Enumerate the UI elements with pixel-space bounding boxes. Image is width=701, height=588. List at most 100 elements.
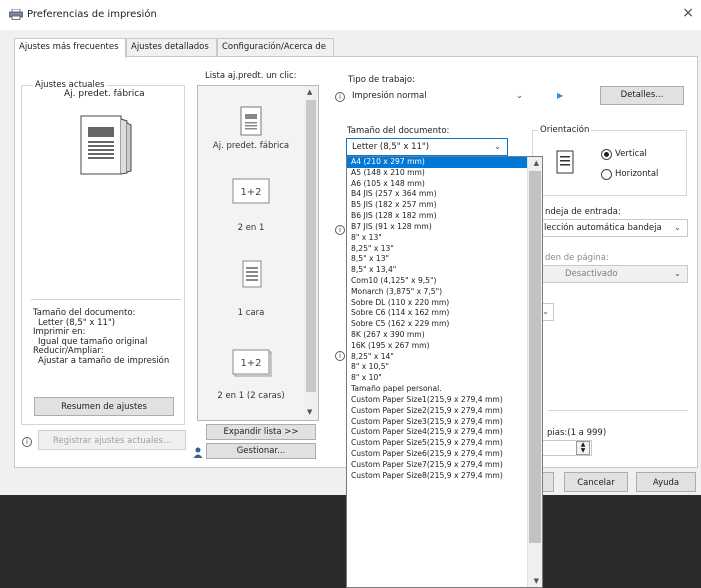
title-bar: Preferencias de impresión × — [0, 0, 701, 30]
copies-stepper[interactable]: ▲ ▼ — [576, 441, 590, 455]
current-summary: Tamaño del documento: Letter (8,5" x 11"… — [33, 308, 170, 367]
dropdown-scrollbar[interactable]: ▲ ▼ — [527, 157, 542, 587]
document-preview-icon — [80, 115, 132, 175]
divider — [548, 410, 688, 411]
help-button[interactable]: Ayuda — [636, 472, 696, 492]
document-size-option[interactable]: Custom Paper Size6(215,9 x 279,4 mm) — [347, 449, 542, 460]
user-icon — [193, 447, 203, 458]
summary-divider — [31, 299, 181, 300]
preset-item-1-side[interactable]: 1 cara — [198, 308, 304, 318]
job-type-value: Impresión normal — [352, 91, 427, 101]
single-page-icon — [240, 106, 262, 136]
document-size-option[interactable]: 8,5" x 13,4" — [347, 265, 542, 276]
document-size-option[interactable]: Custom Paper Size1(215,9 x 279,4 mm) — [347, 395, 542, 406]
document-size-option[interactable]: Sobre C6 (114 x 162 mm) — [347, 308, 542, 319]
document-size-option[interactable]: A6 (105 x 148 mm) — [347, 179, 542, 190]
preset-item-2in1-duplex[interactable]: 2 en 1 (2 caras) — [198, 391, 304, 401]
document-size-option[interactable]: Custom Paper Size3(215,9 x 279,4 mm) — [347, 417, 542, 428]
document-size-option[interactable]: 8" x 10" — [347, 373, 542, 384]
document-size-option[interactable]: 8" x 13" — [347, 233, 542, 244]
document-size-option[interactable]: Custom Paper Size4(215,9 x 279,4 mm) — [347, 427, 542, 438]
document-size-option[interactable]: 8" x 10,5" — [347, 362, 542, 373]
play-arrow-icon: ▶ — [557, 91, 564, 100]
manage-button[interactable]: Gestionar... — [206, 443, 316, 459]
document-size-select[interactable]: Letter (8,5" x 11") ⌄ — [346, 138, 508, 156]
chevron-down-icon: ⌄ — [673, 223, 681, 233]
tab-configuration-about[interactable]: Configuración/Acerca de — [217, 38, 334, 57]
document-size-option[interactable]: Com10 (4,125" x 9,5") — [347, 276, 542, 287]
document-size-option[interactable]: 8,25" x 14" — [347, 352, 542, 363]
document-size-option[interactable]: 8,25" x 13" — [347, 244, 542, 255]
one-sided-icon — [242, 260, 262, 288]
scroll-up-icon[interactable]: ▲ — [534, 159, 539, 167]
document-size-option[interactable]: Custom Paper Size5(215,9 x 279,4 mm) — [347, 438, 542, 449]
input-tray-label: ndeja de entrada: — [545, 207, 621, 217]
info-icon: i — [335, 351, 345, 361]
document-size-label: Tamaño del documento: — [347, 126, 450, 136]
job-type-select[interactable]: Impresión normal ⌄ — [346, 87, 530, 105]
document-size-option[interactable]: Custom Paper Size2(215,9 x 279,4 mm) — [347, 406, 542, 417]
preset-item-2in1[interactable]: 2 en 1 — [198, 223, 304, 233]
preset-list-label: Lista aj.predt. un clic: — [205, 71, 297, 81]
tab-frequent-settings[interactable]: Ajustes más frecuentes — [14, 38, 126, 58]
document-size-value: Letter (8,5" x 11") — [352, 142, 430, 152]
scroll-up-icon[interactable]: ▲ — [307, 88, 312, 96]
document-size-option[interactable]: B5 JIS (182 x 257 mm) — [347, 200, 542, 211]
svg-text:1+2: 1+2 — [240, 187, 261, 198]
preset-list-items: Aj. predet. fábrica 1+2 2 en 1 1 cara 1+… — [198, 86, 304, 420]
scroll-thumb[interactable] — [529, 171, 541, 543]
document-size-option[interactable]: B7 JIS (91 x 128 mm) — [347, 222, 542, 233]
document-size-option[interactable]: A5 (148 x 210 mm) — [347, 168, 542, 179]
document-size-option[interactable]: 8,5" x 13" — [347, 254, 542, 265]
register-settings-button[interactable]: Registrar ajustes actuales... — [38, 430, 186, 450]
input-tray-select[interactable]: lección automática bandeja ⌄ — [538, 219, 688, 237]
orientation-label: Orientación — [538, 125, 592, 135]
expand-list-button[interactable]: Expandir lista >> — [206, 424, 316, 440]
scroll-down-icon[interactable]: ▼ — [534, 577, 539, 585]
scroll-thumb[interactable] — [306, 100, 316, 392]
close-icon[interactable]: × — [682, 5, 694, 21]
printer-icon — [9, 9, 23, 20]
landscape-radio[interactable] — [601, 169, 612, 180]
portrait-page-icon — [556, 150, 574, 174]
info-icon: i — [335, 225, 345, 235]
copies-label: pias:(1 a 999) — [547, 428, 607, 438]
details-button[interactable]: Detalles... — [600, 86, 684, 105]
scroll-down-icon[interactable]: ▼ — [307, 408, 312, 416]
portrait-label: Vertical — [615, 149, 647, 159]
job-type-label: Tipo de trabajo: — [348, 75, 415, 85]
document-size-option[interactable]: A4 (210 x 297 mm) — [347, 157, 542, 168]
settings-summary-button[interactable]: Resumen de ajustes — [34, 397, 174, 416]
document-size-option[interactable]: 8K (267 x 390 mm) — [347, 330, 542, 341]
current-preset-name: Aj. predet. fábrica — [64, 89, 145, 99]
document-size-option[interactable]: Tamaño papel personal. — [347, 384, 542, 395]
svg-text:1+2: 1+2 — [240, 358, 261, 369]
tab-detailed-settings[interactable]: Ajustes detallados — [126, 38, 217, 57]
portrait-radio[interactable] — [601, 149, 612, 160]
landscape-label: Horizontal — [615, 169, 659, 179]
document-size-option[interactable]: Custom Paper Size7(215,9 x 279,4 mm) — [347, 460, 542, 471]
preset-list-scrollbar[interactable]: ▲ ▼ — [304, 86, 318, 420]
document-size-option[interactable]: B4 JIS (257 x 364 mm) — [347, 189, 542, 200]
document-size-option[interactable]: Monarch (3,875" x 7,5") — [347, 287, 542, 298]
two-in-one-icon: 1+2 — [232, 178, 270, 204]
document-size-option[interactable]: Sobre DL (110 x 220 mm) — [347, 298, 542, 309]
page-separation-select[interactable]: Desactivado ⌄ — [538, 265, 688, 283]
two-in-one-duplex-icon: 1+2 — [232, 349, 272, 377]
info-icon: i — [22, 437, 32, 447]
chevron-down-icon: ⌄ — [515, 91, 523, 101]
input-tray-value: lección automática bandeja — [544, 223, 662, 233]
cancel-button[interactable]: Cancelar — [564, 472, 628, 492]
page-separation-value: Desactivado — [565, 269, 618, 279]
document-size-dropdown[interactable]: A4 (210 x 297 mm) A5 (148 x 210 mm) A6 (10… — [346, 156, 543, 588]
document-size-option[interactable]: B6 JIS (128 x 182 mm) — [347, 211, 542, 222]
document-size-option[interactable]: Sobre C5 (162 x 229 mm) — [347, 319, 542, 330]
page-separation-label: den de página: — [545, 253, 609, 263]
preset-list[interactable]: Aj. predet. fábrica 1+2 2 en 1 1 cara 1+… — [197, 85, 319, 421]
summary-line: Ajustar a tamaño de impresión — [38, 355, 170, 366]
document-size-option[interactable]: 16K (195 x 267 mm) — [347, 341, 542, 352]
preset-item-factory[interactable]: Aj. predet. fábrica — [198, 141, 304, 151]
window-title: Preferencias de impresión — [27, 9, 157, 20]
document-size-options: A4 (210 x 297 mm) A5 (148 x 210 mm) A6 (10… — [347, 157, 542, 481]
document-size-option[interactable]: Custom Paper Size8(215,9 x 279,4 mm) — [347, 471, 542, 482]
